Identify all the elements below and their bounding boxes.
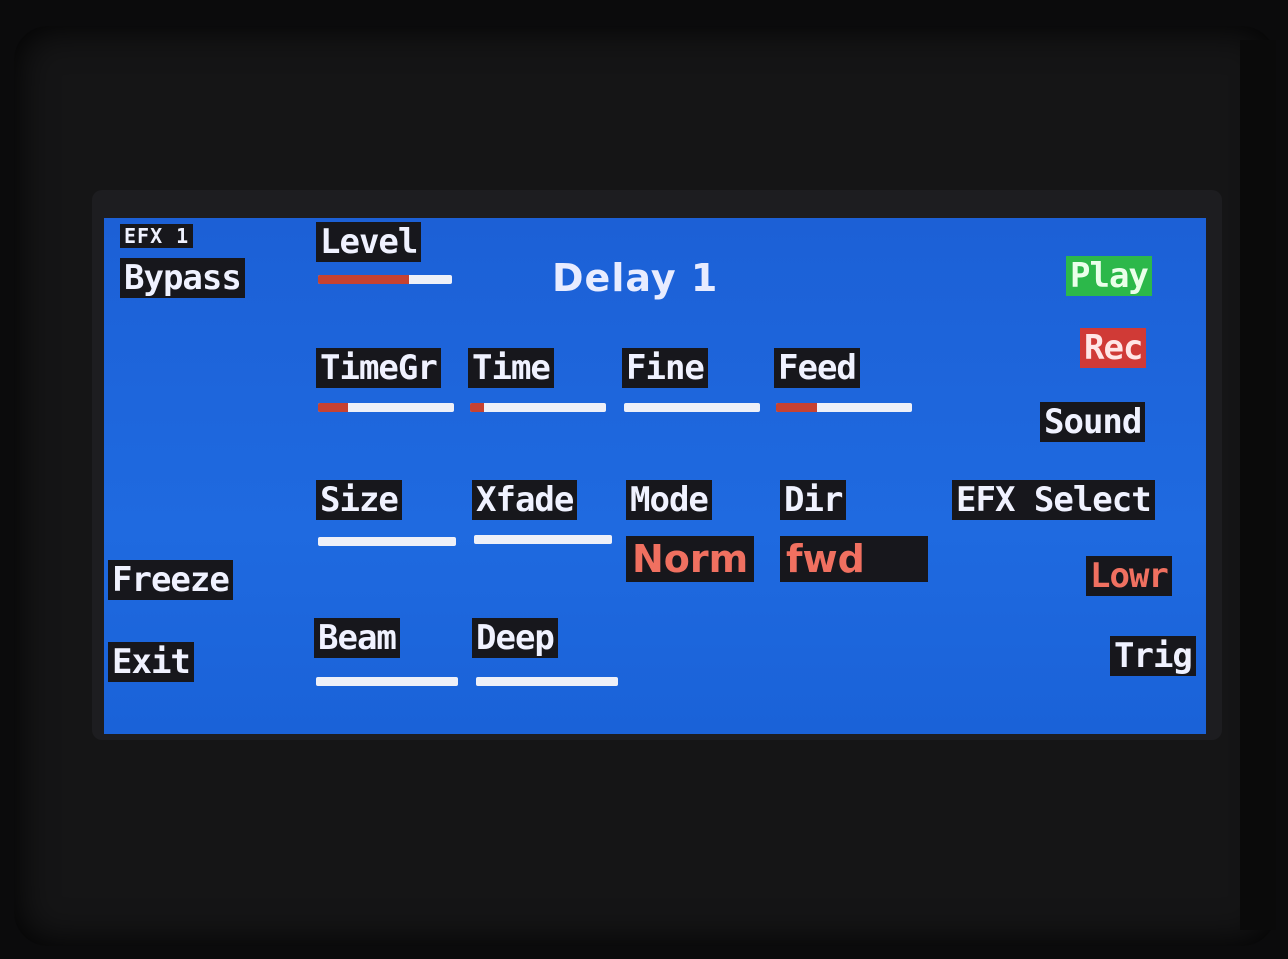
- param-mode-label[interactable]: Mode: [626, 480, 712, 520]
- param-beam-bar[interactable]: [316, 677, 458, 686]
- param-timegr-label[interactable]: TimeGr: [316, 348, 441, 388]
- feed-fill: [776, 403, 817, 412]
- param-fine-bar[interactable]: [624, 403, 760, 412]
- param-time-bar[interactable]: [470, 403, 606, 412]
- param-time-label[interactable]: Time: [468, 348, 554, 388]
- timegr-fill: [318, 403, 348, 412]
- effect-title: Delay 1: [552, 256, 719, 300]
- param-timegr-bar[interactable]: [318, 403, 454, 412]
- device-edge: [1240, 40, 1276, 930]
- exit-button[interactable]: Exit: [108, 642, 194, 682]
- efx-select-button[interactable]: EFX Select: [952, 480, 1155, 520]
- param-level-label[interactable]: Level: [316, 222, 422, 262]
- param-xfade-label[interactable]: Xfade: [472, 480, 578, 520]
- play-button[interactable]: Play: [1066, 256, 1152, 296]
- param-size-label[interactable]: Size: [316, 480, 402, 520]
- param-level-bar[interactable]: [318, 275, 452, 284]
- param-size-bar[interactable]: [318, 537, 456, 546]
- param-beam-label[interactable]: Beam: [314, 618, 400, 658]
- lowr-button[interactable]: Lowr: [1086, 556, 1172, 596]
- param-dir-value[interactable]: fwd: [780, 536, 928, 582]
- param-feed-bar[interactable]: [776, 403, 912, 412]
- trig-button[interactable]: Trig: [1110, 636, 1196, 676]
- efx-slot-label: EFX 1: [120, 224, 194, 248]
- bypass-button[interactable]: Bypass: [120, 258, 245, 298]
- rec-button[interactable]: Rec: [1080, 328, 1147, 368]
- param-mode-value[interactable]: Norm: [626, 536, 755, 582]
- time-fill: [470, 403, 484, 412]
- param-fine-label[interactable]: Fine: [622, 348, 708, 388]
- lcd-screen: EFX 1 Bypass Freeze Exit Delay 1 Level T…: [104, 218, 1206, 734]
- param-feed-label[interactable]: Feed: [774, 348, 860, 388]
- param-dir-label[interactable]: Dir: [780, 480, 847, 520]
- param-deep-bar[interactable]: [476, 677, 618, 686]
- freeze-button[interactable]: Freeze: [108, 560, 233, 600]
- param-xfade-bar[interactable]: [474, 535, 612, 544]
- level-fill: [318, 275, 410, 284]
- param-deep-label[interactable]: Deep: [472, 618, 558, 658]
- sound-button[interactable]: Sound: [1040, 402, 1146, 442]
